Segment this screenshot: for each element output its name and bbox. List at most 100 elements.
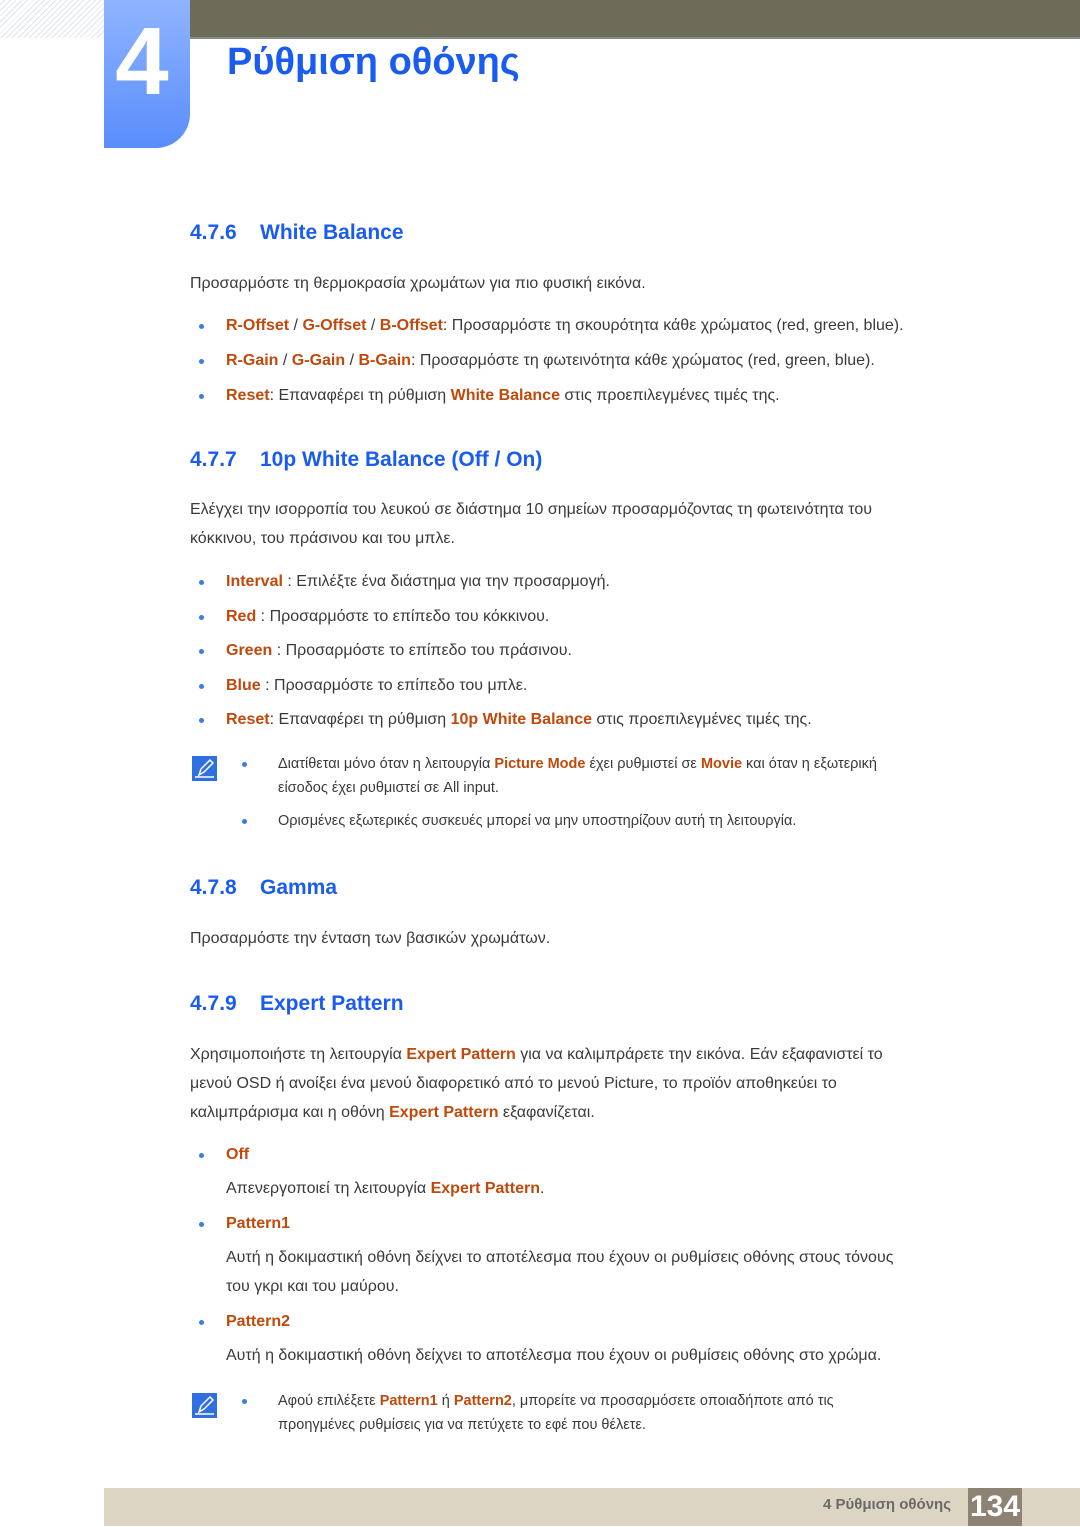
list-item: Reset: Επαναφέρει τη ρύθμιση White Balan… [199, 385, 780, 407]
paragraph-text: για να καλιμπράρετε την εικόνα. Εάν εξαφ… [515, 1046, 883, 1063]
term: Pattern1 [226, 1215, 291, 1232]
section-title: White Balance [260, 221, 404, 244]
paragraph: Ελέγχει την ισορροπία του λευκού σε διάσ… [190, 495, 990, 553]
section-number: 4.7.9 [190, 992, 237, 1015]
description: : Επιλέξτε ένα διάστημα για την προσαρμο… [282, 573, 610, 590]
list-item: Green : Προσαρμόστε το επίπεδο του πράσι… [199, 640, 572, 662]
description: στις προεπιλεγμένες τιμές της. [591, 711, 812, 728]
section-title: Expert Pattern [260, 992, 404, 1015]
chapter-badge: 4 [104, 0, 190, 148]
paragraph-text: Χρησιμοποιήστε τη λειτουργία [190, 1046, 407, 1063]
item-description: Απενεργοποιεί τη λειτουργία Expert Patte… [226, 1174, 996, 1203]
description: : Προσαρμόστε τη φωτεινότητα κάθε χρώματ… [410, 352, 875, 369]
note-item: Αφού επιλέξετε Pattern1 ή Pattern2, μπορ… [242, 1389, 1003, 1437]
paragraph-line: κόκκινου, του πράσινου και του μπλε. [190, 530, 455, 547]
note-text: προηγμένες ρυθμίσεις για να πετύχετε το … [278, 1417, 646, 1433]
section-title: Gamma [260, 876, 338, 899]
term: Reset [226, 387, 270, 404]
term: Green [226, 642, 273, 659]
term: Expert Pattern [430, 1180, 540, 1197]
term: Interval [226, 573, 283, 590]
term: 10p White Balance [450, 711, 592, 728]
term: Picture Mode [494, 756, 586, 772]
bullet-dot-icon [199, 324, 204, 329]
list-item: Interval : Επιλέξτε ένα διάστημα για την… [199, 571, 610, 593]
bullet-dot-icon [242, 819, 247, 824]
description-line: του γκρι και του μαύρου. [226, 1278, 399, 1295]
term: Off [226, 1146, 250, 1163]
separator: / [366, 317, 380, 334]
paragraph-line: μενού OSD ή ανοίξει ένα μενού διαφορετικ… [190, 1075, 837, 1092]
paragraph-line: Ελέγχει την ισορροπία του λευκού σε διάσ… [190, 501, 872, 518]
list-item: R-Offset / G-Offset / B-Offset: Προσαρμό… [199, 315, 904, 337]
description: : Επαναφέρει τη ρύθμιση [269, 387, 451, 404]
term: Expert Pattern [389, 1104, 499, 1121]
section-number: 4.7.6 [190, 221, 237, 244]
term: R-Gain [226, 352, 279, 369]
paragraph-text: καλιμπράρισμα και η οθόνη [190, 1104, 390, 1121]
bullet-dot-icon [199, 580, 204, 585]
list-item: Reset: Επαναφέρει τη ρύθμιση 10p White B… [199, 709, 812, 731]
note-text: Αφού επιλέξετε [278, 1393, 380, 1409]
note-pencil-icon [192, 1393, 217, 1418]
bullet-dot-icon [242, 1399, 247, 1404]
list-item-pattern2: Pattern2 [199, 1311, 291, 1333]
note-text: έχει ρυθμιστεί σε [585, 756, 701, 772]
page-footer: 4 Ρύθμιση οθόνης 134 [104, 1488, 1080, 1526]
bullet-dot-icon [199, 684, 204, 689]
bullet-dot-icon [199, 359, 204, 364]
separator: / [278, 352, 292, 369]
description-line: Αυτή η δοκιμαστική οθόνη δείχνει το αποτ… [226, 1249, 894, 1266]
header-hatch-decoration [0, 0, 104, 38]
chapter-title: Ρύθμιση οθόνης [227, 41, 520, 83]
note-text: Διατίθεται μόνο όταν η λειτουργία [278, 756, 495, 772]
description: Απενεργοποιεί τη λειτουργία [226, 1180, 431, 1197]
bullet-dot-icon [199, 615, 204, 620]
note-text: Ορισμένες εξωτερικές συσκευές μπορεί να … [278, 813, 797, 829]
page-number: 134 [968, 1488, 1022, 1526]
bullet-dot-icon [199, 394, 204, 399]
list-item: Red : Προσαρμόστε το επίπεδο του κόκκινο… [199, 606, 550, 628]
separator: / [345, 352, 359, 369]
section-heading-white-balance: 4.7.6 White Balance [190, 221, 404, 245]
description: : Προσαρμόστε τη σκουρότητα κάθε χρώματο… [442, 317, 904, 334]
term: White Balance [450, 387, 560, 404]
item-description: Αυτή η δοκιμαστική οθόνη δείχνει το αποτ… [226, 1347, 882, 1364]
section-heading-expert-pattern: 4.7.9 Expert Pattern [190, 992, 404, 1016]
description: : Προσαρμόστε το επίπεδο του κόκκινου. [256, 608, 550, 625]
term: Pattern2 [453, 1393, 512, 1409]
item-description: Αυτή η δοκιμαστική οθόνη δείχνει το αποτ… [226, 1243, 996, 1301]
note-item: Διατίθεται μόνο όταν η λειτουργία Pictur… [242, 752, 1003, 800]
section-title: 10p White Balance (Off / On) [260, 448, 543, 471]
paragraph: Προσαρμόστε την ένταση των βασικών χρωμά… [190, 930, 551, 947]
separator: / [289, 317, 303, 334]
term: Pattern2 [226, 1313, 291, 1330]
bullet-dot-icon [199, 1320, 204, 1325]
list-item: R-Gain / G-Gain / B-Gain: Προσαρμόστε τη… [199, 350, 875, 372]
bullet-dot-icon [199, 718, 204, 723]
description: . [539, 1180, 545, 1197]
section-number: 4.7.7 [190, 448, 237, 471]
bullet-dot-icon [199, 1222, 204, 1227]
paragraph-text: εξαφανίζεται. [498, 1104, 595, 1121]
paragraph: Προσαρμόστε τη θερμοκρασία χρωμάτων για … [190, 275, 646, 292]
term: Pattern1 [379, 1393, 438, 1409]
term: Expert Pattern [406, 1046, 516, 1063]
description: στις προεπιλεγμένες τιμές της. [559, 387, 780, 404]
list-item-off: Off [199, 1144, 250, 1166]
description: : Προσαρμόστε το επίπεδο του μπλε. [260, 677, 528, 694]
description: : Επαναφέρει τη ρύθμιση [269, 711, 451, 728]
section-heading-gamma: 4.7.8 Gamma [190, 876, 337, 900]
description: : Προσαρμόστε το επίπεδο του πράσινου. [272, 642, 572, 659]
bullet-dot-icon [199, 649, 204, 654]
term: Movie [700, 756, 743, 772]
term: R-Offset [226, 317, 290, 334]
term: Blue [226, 677, 261, 694]
bullet-dot-icon [242, 762, 247, 767]
bullet-dot-icon [199, 1153, 204, 1158]
note-item: Ορισμένες εξωτερικές συσκευές μπορεί να … [242, 809, 1003, 833]
term: G-Offset [302, 317, 367, 334]
note-text: και όταν η εξωτερική [742, 756, 877, 772]
term: Reset [226, 711, 270, 728]
term: B-Gain [358, 352, 411, 369]
